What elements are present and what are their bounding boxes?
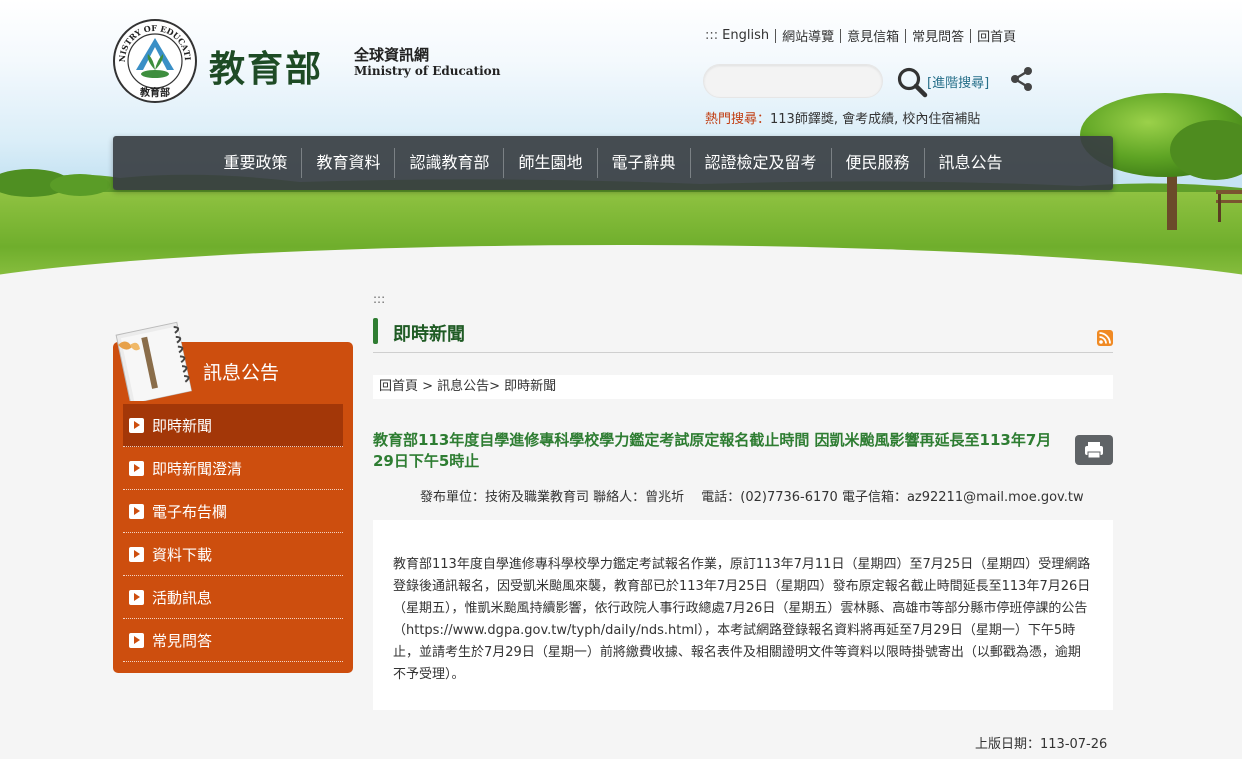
news-title: 教育部113年度自學進修專科學校學力鑑定考試原定報名截止時間 因凱米颱風影響再延… — [373, 431, 1052, 470]
share-icon[interactable] — [1009, 66, 1035, 92]
play-icon — [129, 460, 144, 476]
sidebar-item-downloads[interactable]: 資料下載 — [123, 533, 343, 576]
breadcrumb[interactable]: 回首頁 > 訊息公告> 即時新聞 — [373, 375, 1113, 399]
news-body: 教育部113年度自學進修專科學校學力鑑定考試報名作業，原訂113年7月11日（星… — [373, 520, 1113, 710]
divider — [775, 28, 777, 43]
main-navigation: 重要政策 教育資料 認識教育部 師生園地 電子辭典 認證檢定及留考 便民服務 訊… — [113, 136, 1113, 190]
news-body-text: 教育部113年度自學進修專科學校學力鑑定考試報名作業，原訂113年7月11日（星… — [393, 557, 1091, 682]
rss-icon[interactable] — [1097, 330, 1113, 346]
nav-item-dictionary[interactable]: 電子辭典 — [596, 148, 690, 178]
sidebar-item-instant-news[interactable]: 即時新聞 — [123, 404, 343, 447]
nav-item-announcements[interactable]: 訊息公告 — [923, 148, 1017, 178]
accesskey-content[interactable]: ::: — [373, 292, 385, 306]
play-icon — [129, 632, 144, 648]
news-meta: 發布單位：技術及職業教育司 聯絡人：曾兆圻 電話：(02)7736-6170 電… — [420, 490, 1084, 505]
sidebar-item-label: 活動訊息 — [152, 588, 213, 607]
sidebar-item-news-clarification[interactable]: 即時新聞澄清 — [123, 447, 343, 490]
link-feedback[interactable]: 意見信箱 — [847, 26, 899, 45]
sidebar-item-label: 常見問答 — [152, 631, 213, 650]
sidebar-title: 訊息公告 — [203, 362, 280, 384]
sidebar-menu: 即時新聞 即時新聞澄清 電子布告欄 資料下載 活動訊息 常見問答 — [123, 404, 343, 662]
sidebar-item-label: 資料下載 — [152, 545, 213, 564]
nav-item-teachers-students[interactable]: 師生園地 — [503, 148, 596, 178]
link-faq[interactable]: 常見問答 — [912, 26, 964, 45]
sidebar-item-label: 即時新聞澄清 — [152, 459, 243, 478]
hot-search-keywords[interactable]: 113師鐸獎, 會考成績, 校內住宿補貼 — [770, 112, 980, 127]
logo-bottom-text: 教育部 — [139, 86, 170, 99]
sidebar-item-label: 電子布告欄 — [152, 502, 228, 521]
notebook-illustration — [115, 321, 192, 401]
divider — [905, 28, 907, 43]
page-title: 即時新聞 — [393, 324, 465, 345]
accesskey-top[interactable]: ::: — [705, 28, 718, 43]
play-icon — [129, 589, 144, 605]
nav-item-education-data[interactable]: 教育資料 — [301, 148, 394, 178]
sidebar-item-label: 即時新聞 — [152, 416, 213, 435]
nav-item-certification[interactable]: 認證檢定及留考 — [689, 148, 831, 178]
print-icon — [1085, 442, 1103, 459]
brand-subtitle: 全球資訊網 — [354, 46, 430, 64]
heading-accent-bar — [373, 318, 378, 344]
search-input[interactable] — [703, 64, 883, 98]
sidebar-item-faq[interactable]: 常見問答 — [123, 619, 343, 662]
link-sitemap[interactable]: 網站導覽 — [782, 26, 834, 45]
advanced-search-link[interactable]: [進階搜尋] — [927, 72, 989, 91]
link-english[interactable]: English — [722, 28, 769, 43]
link-home[interactable]: 回首頁 — [977, 26, 1016, 45]
page-heading: 即時新聞 — [373, 318, 1113, 353]
sidebar-item-events[interactable]: 活動訊息 — [123, 576, 343, 619]
nav-item-policy[interactable]: 重要政策 — [209, 148, 301, 178]
nav-item-services[interactable]: 便民服務 — [830, 148, 924, 178]
play-icon — [129, 546, 144, 562]
brand-title[interactable]: 教育部 — [209, 40, 323, 92]
sidebar-item-bulletin[interactable]: 電子布告欄 — [123, 490, 343, 533]
print-button[interactable] — [1075, 435, 1113, 465]
divider — [840, 28, 842, 43]
divider — [970, 28, 972, 43]
play-icon — [129, 417, 144, 433]
search-icon[interactable] — [896, 66, 928, 98]
post-date: 上版日期：113-07-26 — [975, 737, 1108, 752]
play-icon — [129, 503, 144, 519]
top-links: ::: English 網站導覽 意見信箱 常見問答 回首頁 — [705, 26, 1016, 45]
hot-search-label: 熱門搜尋： — [705, 112, 771, 127]
ministry-logo[interactable]: MINISTRY OF EDUCATION 教育部 — [112, 18, 198, 104]
hot-search: 熱門搜尋：113師鐸獎, 會考成績, 校內住宿補貼 — [705, 108, 980, 127]
nav-item-about[interactable]: 認識教育部 — [394, 148, 503, 178]
brand-english-name: Ministry of Education — [354, 64, 501, 78]
